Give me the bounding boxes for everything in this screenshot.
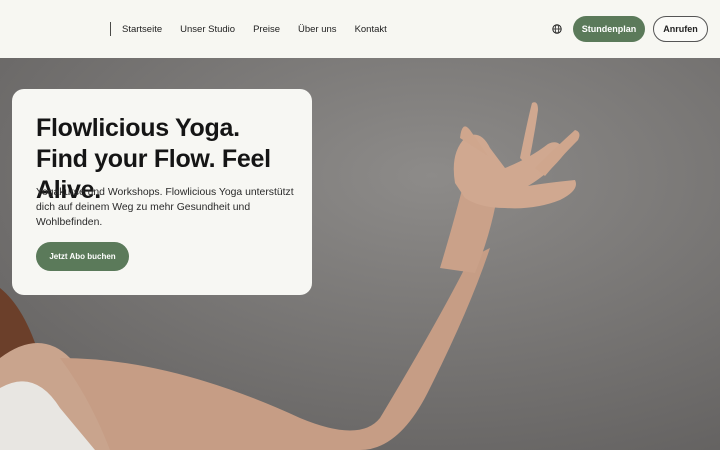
hero-card: Flowlicious Yoga. Find your Flow. Feel A… <box>12 89 312 295</box>
nav-startseite[interactable]: Startseite <box>122 24 162 35</box>
nav-ueber-uns[interactable]: Über uns <box>298 24 337 35</box>
nav-unser-studio[interactable]: Unser Studio <box>180 24 235 35</box>
nav-kontakt[interactable]: Kontakt <box>355 24 387 35</box>
globe-icon[interactable] <box>552 24 562 34</box>
hero-description: Yogakurse und Workshops. Flowlicious Yog… <box>36 187 294 228</box>
main-navigation: Startseite Unser Studio Preise Über uns … <box>122 0 405 58</box>
stundenplan-button[interactable]: Stundenplan <box>573 16 645 42</box>
anrufen-button[interactable]: Anrufen <box>653 16 708 42</box>
nav-preise[interactable]: Preise <box>253 24 280 35</box>
header-divider <box>110 22 111 36</box>
abo-buchen-button[interactable]: Jetzt Abo buchen <box>36 242 129 271</box>
site-header: Startseite Unser Studio Preise Über uns … <box>0 0 720 58</box>
